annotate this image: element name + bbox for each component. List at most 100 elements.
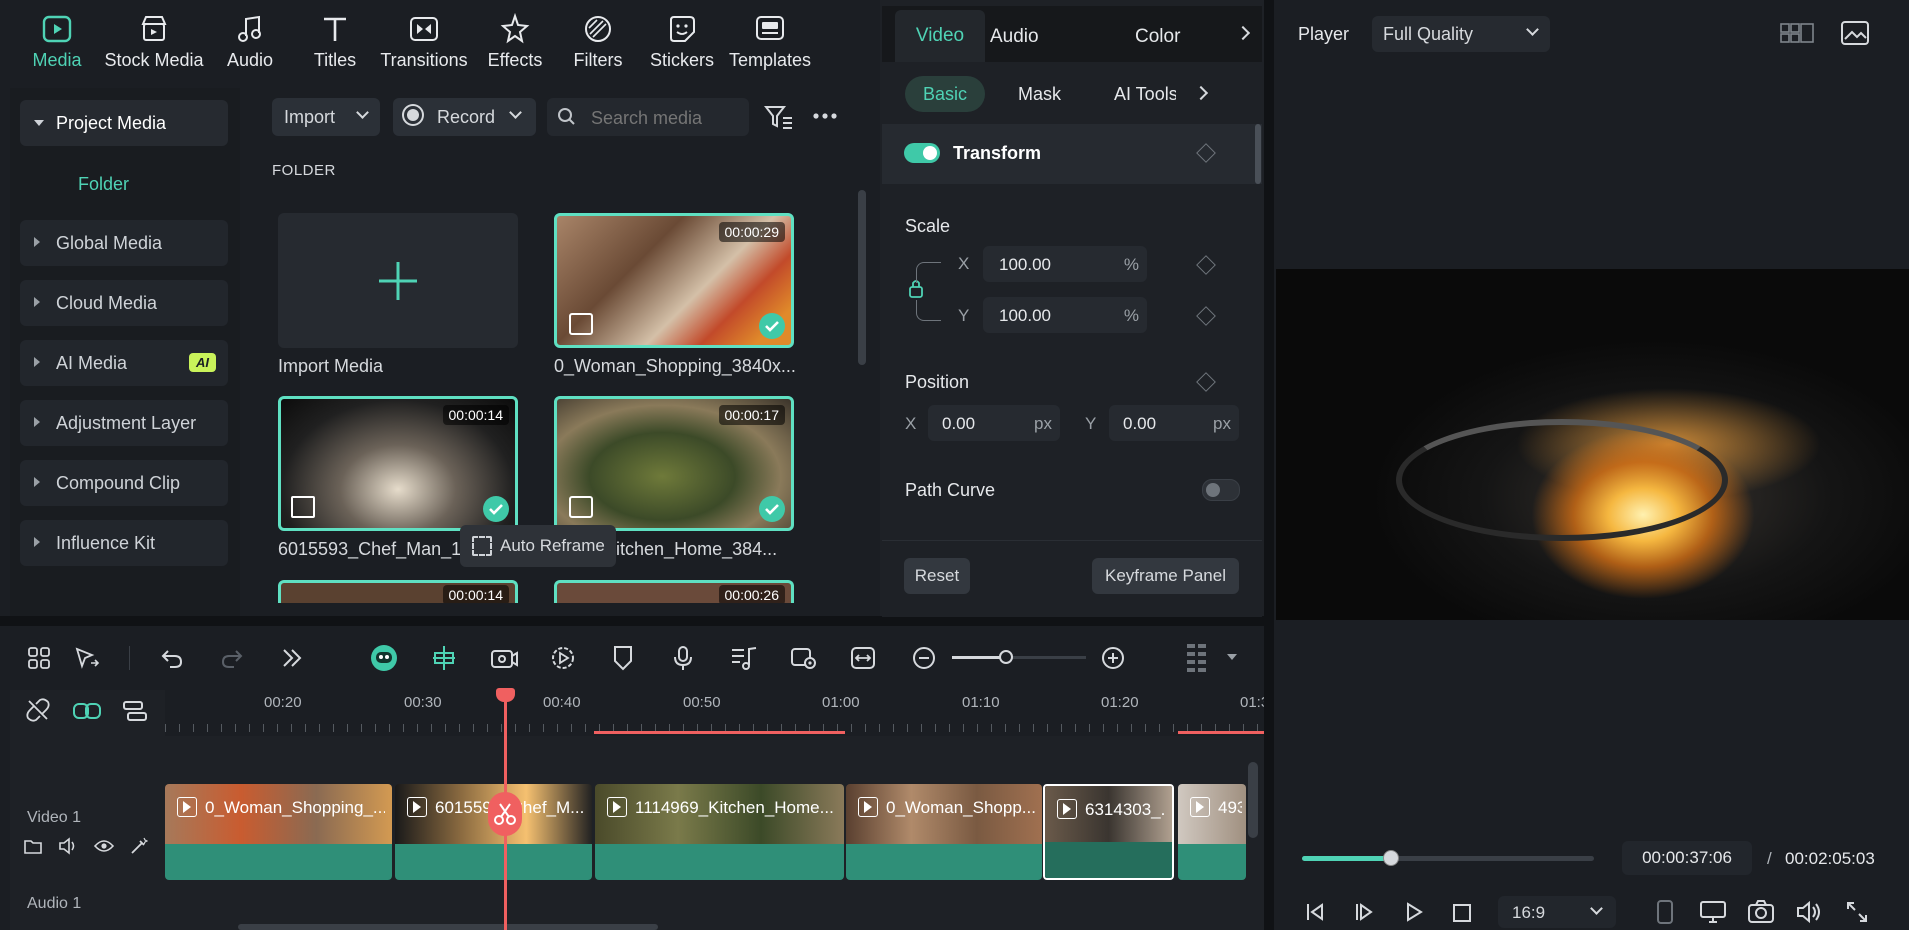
- tab-audio[interactable]: Audio: [990, 26, 1039, 48]
- snap-icon[interactable]: [432, 645, 456, 671]
- media-thumbnail[interactable]: 00:00:26: [554, 580, 794, 603]
- tab-audio[interactable]: Audio: [220, 12, 280, 71]
- zoom-slider[interactable]: [952, 650, 1086, 664]
- tab-stock-media[interactable]: Stock Media: [102, 12, 206, 71]
- timeline-vscroll[interactable]: [1248, 762, 1258, 838]
- media-thumbnail[interactable]: 00:00:17: [554, 396, 794, 531]
- fullscreen-icon[interactable]: [1846, 901, 1868, 923]
- sidebar-item-influence-kit[interactable]: Influence Kit: [20, 520, 228, 566]
- volume-icon[interactable]: [1796, 900, 1822, 924]
- quality-select[interactable]: Full Quality: [1372, 16, 1550, 52]
- keyframe-panel-button[interactable]: Keyframe Panel: [1092, 558, 1239, 594]
- undo-icon[interactable]: [160, 646, 184, 670]
- chevron-down-icon[interactable]: [1227, 654, 1237, 660]
- fit-timeline-icon[interactable]: [850, 645, 876, 671]
- tab-color[interactable]: Color: [1135, 26, 1180, 48]
- scale-y-field[interactable]: 100.00 %: [983, 297, 1147, 333]
- tab-video[interactable]: Video: [895, 10, 985, 62]
- timeline-clip[interactable]: 6314303_...: [1043, 784, 1174, 880]
- position-x-field[interactable]: 0.00 px: [928, 405, 1060, 441]
- sidebar-item-ai-media[interactable]: AI Media AI: [20, 340, 228, 386]
- select-tool-icon[interactable]: [74, 646, 100, 670]
- display-icon[interactable]: [1700, 900, 1726, 924]
- more-icon[interactable]: [812, 112, 838, 120]
- filter-sort-icon[interactable]: [764, 104, 794, 130]
- scissors-icon[interactable]: [488, 792, 522, 836]
- sidebar-item-project-media[interactable]: Project Media: [20, 100, 228, 146]
- preview-video[interactable]: [1276, 269, 1909, 620]
- tab-stickers[interactable]: Stickers: [648, 12, 716, 71]
- path-curve-toggle[interactable]: [1202, 479, 1240, 501]
- speaker-icon[interactable]: [58, 837, 78, 855]
- tab-filters[interactable]: Filters: [568, 12, 628, 71]
- subtab-ai-tools[interactable]: AI Tools: [1114, 84, 1176, 105]
- zoom-out-icon[interactable]: [912, 646, 936, 670]
- timeline-clip[interactable]: 0_Woman_Shopp...: [846, 784, 1042, 880]
- prev-frame-icon[interactable]: [1305, 902, 1325, 922]
- marker-icon[interactable]: [612, 645, 634, 671]
- timeline-clip[interactable]: 1114969_Kitchen_Home...: [595, 784, 844, 880]
- next-frame-icon[interactable]: [1354, 902, 1374, 922]
- unlink-icon[interactable]: [26, 698, 50, 722]
- search-field[interactable]: [547, 98, 749, 136]
- folder-lock-icon[interactable]: [24, 838, 42, 854]
- ruler-tick: 01:20: [1101, 694, 1139, 711]
- media-thumbnail[interactable]: 00:00:14: [278, 580, 518, 603]
- import-button[interactable]: Import: [272, 98, 380, 136]
- track-manager-icon[interactable]: [122, 700, 148, 722]
- timeline-clip[interactable]: 0_Woman_Shopping_...: [165, 784, 392, 880]
- eye-icon[interactable]: [94, 839, 114, 853]
- sidebar-item-compound-clip[interactable]: Compound Clip: [20, 460, 228, 506]
- properties-scrollbar[interactable]: [1255, 124, 1261, 184]
- timeline-hscroll[interactable]: [238, 924, 658, 930]
- import-media-tile[interactable]: [278, 213, 518, 348]
- tab-media[interactable]: Media: [28, 12, 86, 71]
- preview-render-icon[interactable]: [790, 645, 818, 671]
- camera-icon[interactable]: [1748, 900, 1774, 924]
- tab-titles[interactable]: Titles: [305, 12, 365, 71]
- track-height-icon[interactable]: [1186, 643, 1208, 673]
- phone-preview-icon[interactable]: [1656, 900, 1674, 924]
- search-input[interactable]: [589, 104, 743, 132]
- ai-assistant-icon[interactable]: [368, 643, 400, 673]
- play-icon[interactable]: [1404, 902, 1424, 922]
- sidebar-item-folder[interactable]: Folder: [78, 174, 129, 195]
- seek-bar[interactable]: [1302, 850, 1594, 866]
- timeline-clip[interactable]: 493: [1178, 784, 1246, 880]
- redo-icon[interactable]: [220, 646, 244, 670]
- sidebar-item-global-media[interactable]: Global Media: [20, 220, 228, 266]
- sidebar-item-cloud-media[interactable]: Cloud Media: [20, 280, 228, 326]
- position-y-field[interactable]: 0.00 px: [1109, 405, 1239, 441]
- zoom-in-icon[interactable]: [1101, 646, 1125, 670]
- audio-waveform: [1178, 844, 1246, 880]
- media-thumbnail[interactable]: 00:00:14: [278, 396, 518, 531]
- plus-icon: [377, 260, 419, 307]
- seek-handle[interactable]: [1382, 850, 1399, 866]
- transform-toggle[interactable]: [904, 143, 940, 163]
- tab-templates[interactable]: Templates: [728, 12, 812, 71]
- music-list-icon[interactable]: [730, 645, 758, 671]
- microphone-icon[interactable]: [672, 645, 694, 671]
- playhead-handle[interactable]: [496, 688, 515, 702]
- sidebar-item-adjustment-layer[interactable]: Adjustment Layer: [20, 400, 228, 446]
- tab-effects[interactable]: Effects: [480, 12, 550, 71]
- stop-icon[interactable]: [1452, 903, 1472, 923]
- reset-button[interactable]: Reset: [904, 558, 970, 594]
- subtab-basic[interactable]: Basic: [905, 76, 985, 112]
- media-scrollbar[interactable]: [858, 190, 866, 365]
- more-tools-icon[interactable]: [280, 648, 304, 668]
- media-thumbnail[interactable]: 00:00:29: [554, 213, 794, 348]
- image-icon[interactable]: [1840, 20, 1870, 46]
- scale-x-field[interactable]: 100.00 %: [983, 246, 1147, 282]
- aspect-ratio-select[interactable]: 16:9: [1498, 896, 1616, 928]
- grid-icon[interactable]: [27, 646, 51, 670]
- record-button[interactable]: Record: [393, 98, 536, 136]
- speed-icon[interactable]: [550, 645, 576, 671]
- ai-video-icon[interactable]: [490, 645, 518, 671]
- magic-wand-icon[interactable]: [130, 837, 148, 855]
- subtab-mask[interactable]: Mask: [1018, 84, 1061, 105]
- zoom-handle[interactable]: [999, 650, 1013, 664]
- layout-icon[interactable]: [1780, 22, 1814, 44]
- link-icon[interactable]: [72, 700, 102, 722]
- tab-transitions[interactable]: Transitions: [380, 12, 468, 71]
